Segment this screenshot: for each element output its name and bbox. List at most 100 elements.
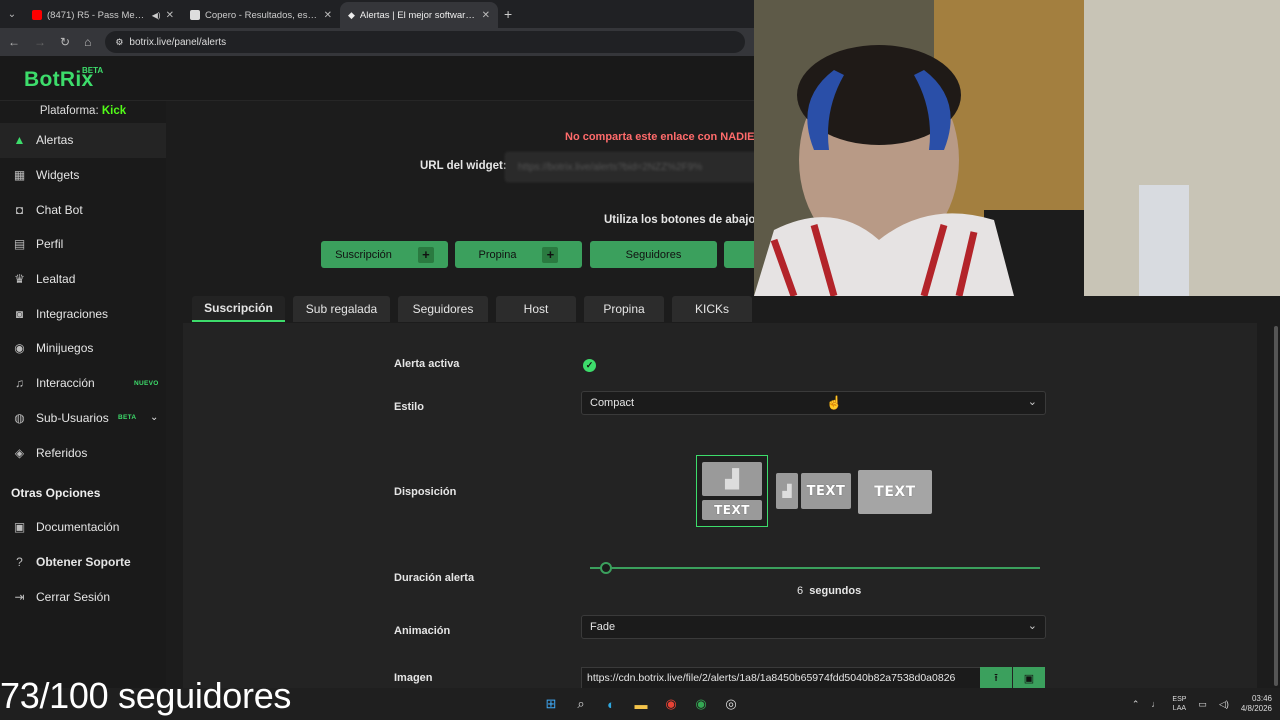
address-bar[interactable]: ⚙ botrix.live/panel/alerts [105, 31, 746, 53]
tab-title: Copero - Resultados, estadística [205, 9, 319, 21]
network-icon[interactable]: ▭ [1198, 699, 1207, 710]
sidebar-item-label: Lealtad [36, 272, 76, 287]
tab-suscripcion[interactable]: Suscripción [192, 296, 285, 322]
duration-slider-track[interactable] [590, 567, 1040, 569]
tab-kicks[interactable]: KICKs [672, 296, 752, 322]
taskbar-icons: ⊞ ⌕ ◐ ▬ ◉ ◉ ◎ [542, 688, 740, 720]
layout-text-sample: TEXT [702, 500, 762, 520]
reload-icon[interactable]: ↻ [60, 35, 70, 49]
animation-select[interactable]: Fade ⌄ [581, 615, 1046, 639]
layout-label: Disposición [394, 486, 457, 498]
system-tray: ⌃ ♩ ESP LAA ▭ ◁) 03:46 4/8/2026 [1132, 688, 1272, 720]
chrome-active-icon[interactable]: ◉ [692, 695, 710, 713]
sidebar-item-widgets[interactable]: ▦ Widgets [0, 158, 166, 193]
beta-badge: BETA [82, 66, 104, 75]
tab-title: (8471) R5 - Pass Me By (Live [47, 9, 147, 21]
sidebar: Plataforma: Kick ▲ Alertas ▦ Widgets ◘ C… [0, 101, 166, 701]
sidebar-item-lealtad[interactable]: ♛ Lealtad [0, 262, 166, 297]
layout-option-stacked[interactable]: ▟ TEXT [696, 455, 768, 527]
windows-start-icon[interactable]: ⊞ [542, 695, 560, 713]
close-tab-icon[interactable]: ✕ [324, 10, 332, 21]
alert-type-tabs: Suscripción Sub regalada Seguidores Host… [192, 296, 752, 322]
sidebar-item-perfil[interactable]: ▤ Perfil [0, 227, 166, 262]
tab-sub-regalada[interactable]: Sub regalada [293, 296, 390, 322]
tab-seguidores[interactable]: Seguidores [398, 296, 488, 322]
sidebar-item-sub-usuarios[interactable]: ◍ Sub-Usuarios BETA ⌄ [0, 401, 166, 436]
alert-active-label: Alerta activa [394, 358, 460, 370]
trophy-icon: ♛ [14, 272, 25, 287]
scrollbar-thumb[interactable] [1274, 326, 1278, 686]
chevron-up-icon[interactable]: ⌃ [1132, 699, 1140, 710]
users-icon: ◍ [14, 410, 25, 425]
sidebar-item-chat-bot[interactable]: ◘ Chat Bot [0, 192, 166, 227]
new-badge: NUEVO [134, 379, 159, 387]
obs-icon[interactable]: ◎ [722, 695, 740, 713]
file-explorer-icon[interactable]: ▬ [632, 695, 650, 713]
gamepad-icon: ◉ [14, 341, 25, 356]
test-tip-button[interactable]: Propina + [455, 241, 582, 268]
volume-icon[interactable]: ◁) [1219, 699, 1229, 710]
home-icon[interactable]: ⌂ [84, 35, 91, 49]
sidebar-item-minijuegos[interactable]: ◉ Minijuegos [0, 331, 166, 366]
sidebar-item-label: Cerrar Sesión [36, 589, 111, 604]
layout-option-overlay[interactable]: TEXT [858, 470, 932, 514]
site-info-icon[interactable]: ⚙ [115, 37, 123, 48]
sidebar-item-label: Widgets [36, 168, 80, 183]
layout-option-side[interactable]: ▟ TEXT [776, 473, 851, 509]
test-followers-button[interactable]: Seguidores [590, 241, 717, 268]
layout-text-sample: TEXT [801, 473, 851, 509]
close-tab-icon[interactable]: ✕ [482, 10, 490, 21]
duration-slider-handle[interactable] [600, 562, 612, 574]
sidebar-item-label: Documentación [36, 520, 120, 535]
test-subscription-button[interactable]: Suscripción + [321, 241, 448, 268]
plug-icon: ◙ [15, 306, 24, 321]
sidebar-item-documentacion[interactable]: ▣ Documentación [0, 510, 166, 545]
doc-icon: ▣ [13, 520, 26, 535]
tab-host[interactable]: Host [496, 296, 576, 322]
warning-icon: ▲ [13, 133, 26, 148]
browser-tab-copero[interactable]: Copero - Resultados, estadística ✕ [182, 2, 340, 28]
chevron-down-icon[interactable]: ⌄ [150, 412, 158, 423]
back-icon[interactable]: ← [8, 35, 20, 49]
sidebar-item-soporte[interactable]: ? Obtener Soporte [0, 545, 166, 580]
browser-tab-alertas[interactable]: ◆ Alertas | El mejor software para ✕ [340, 2, 498, 28]
sidebar-item-label: Minijuegos [36, 341, 94, 356]
tab-search-button[interactable]: ⌄ [0, 0, 24, 28]
address-text: botrix.live/panel/alerts [129, 36, 227, 48]
language-indicator[interactable]: ESP LAA [1172, 695, 1186, 713]
gallery-icon[interactable]: ▣ [1013, 667, 1045, 689]
upload-icon[interactable]: ⭱ [980, 667, 1012, 689]
tab-propina[interactable]: Propina [584, 296, 664, 322]
edge-icon[interactable]: ◐ [602, 695, 620, 713]
browser-tab-youtube[interactable]: (8471) R5 - Pass Me By (Live ◀) ✕ [24, 2, 182, 28]
webcam-feed [754, 0, 1280, 296]
sidebar-item-label: Chat Bot [36, 202, 83, 217]
instructions-text: Utiliza los botones de abajo par [604, 214, 777, 226]
search-icon[interactable]: ⌕ [572, 695, 590, 713]
clock[interactable]: 03:46 4/8/2026 [1241, 694, 1272, 714]
copero-icon [190, 10, 200, 20]
sidebar-item-integraciones[interactable]: ◙ Integraciones [0, 296, 166, 331]
sidebar-item-interaccion[interactable]: ♫ Interacción NUEVO [0, 366, 166, 401]
widget-url-field[interactable]: https://botrix.live/alerts?bid=2NZZ%2F9% [505, 152, 765, 182]
style-select[interactable]: Compact ⌄ [581, 391, 1046, 415]
sidebar-item-cerrar-sesion[interactable]: ⇥ Cerrar Sesión [0, 579, 166, 614]
image-url-field[interactable]: https://cdn.botrix.live/file/2/alerts/1a… [581, 667, 981, 689]
youtube-icon [32, 10, 42, 20]
sidebar-item-referidos[interactable]: ◈ Referidos [0, 435, 166, 470]
style-label: Estilo [394, 401, 424, 413]
alert-active-checkbox[interactable]: ✓ [583, 359, 596, 372]
microphone-icon[interactable]: ♩ [1151, 699, 1160, 709]
duration-unit: segundos [809, 585, 862, 597]
sidebar-item-alertas[interactable]: ▲ Alertas [0, 123, 166, 158]
botrix-tab-icon: ◆ [348, 9, 355, 20]
share-warning: No comparta este enlace con NADIE, ni [565, 131, 771, 143]
page-scrollbar[interactable] [1272, 296, 1280, 700]
close-tab-icon[interactable]: ✕ [166, 10, 174, 21]
speaker-icon[interactable]: ◀) [152, 11, 161, 20]
forward-icon[interactable]: → [34, 35, 46, 49]
chrome-icon[interactable]: ◉ [662, 695, 680, 713]
sidebar-section-title: Otras Opciones [11, 485, 101, 500]
sidebar-item-label: Referidos [36, 445, 88, 460]
new-tab-icon[interactable]: + [504, 6, 512, 22]
